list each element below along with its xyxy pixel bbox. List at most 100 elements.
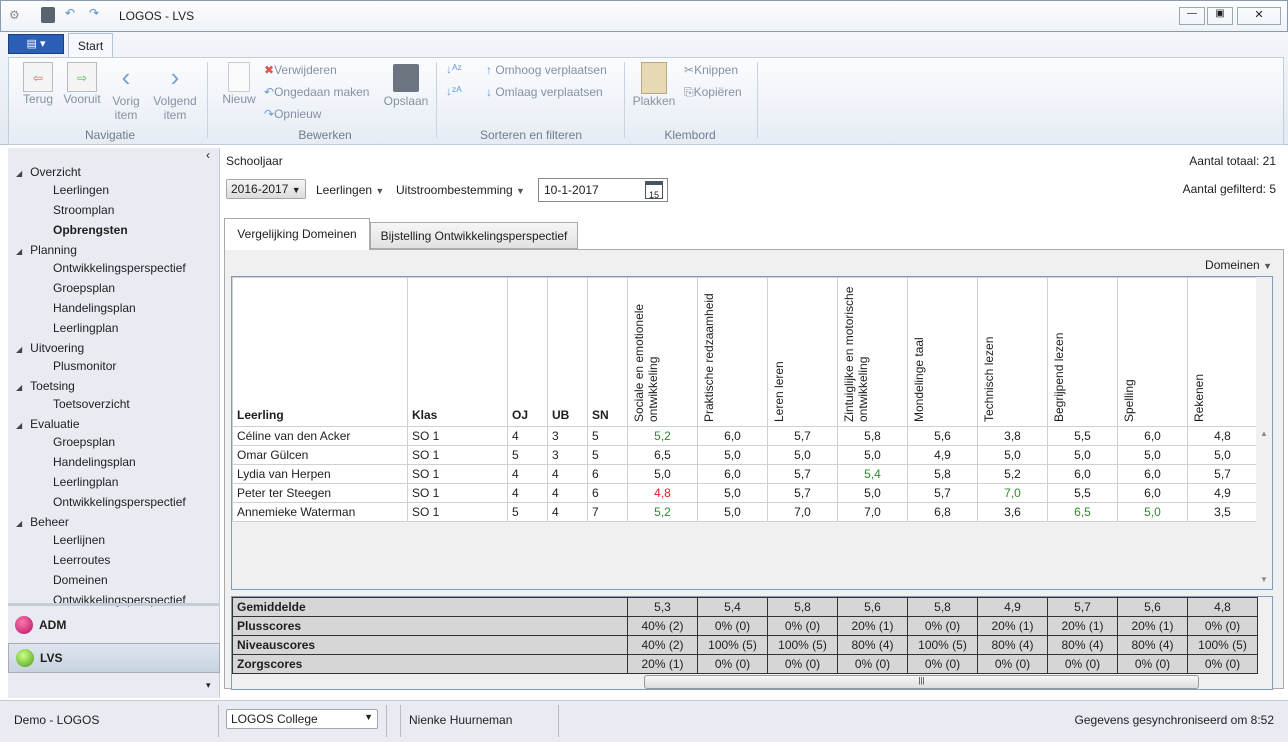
- table-cell: 5,0: [1047, 445, 1118, 465]
- expanded-triangle-icon[interactable]: ◢: [16, 519, 22, 528]
- column-header[interactable]: OJ: [507, 277, 548, 427]
- school-select[interactable]: LOGOS College ▼: [226, 709, 378, 729]
- sidebar-item[interactable]: Plusmonitor: [53, 359, 116, 373]
- leerlingen-dropdown[interactable]: Leerlingen ▼: [316, 183, 384, 197]
- sidebar-item[interactable]: Stroomplan: [53, 203, 114, 217]
- summary-cell: 5,7: [1047, 597, 1118, 617]
- summary-row: Plusscores 40% (2) 0% (0) 0% (0) 20% (1) 0% (…: [232, 616, 1258, 636]
- sidebar-group[interactable]: ◢ Evaluatie: [16, 417, 80, 431]
- column-header[interactable]: Leren leren: [767, 277, 838, 427]
- sidebar-group[interactable]: ◢ Uitvoering: [16, 341, 84, 355]
- group-klembord: Klembord: [664, 128, 716, 142]
- tab-start[interactable]: Start: [68, 33, 113, 57]
- expanded-triangle-icon[interactable]: ◢: [16, 383, 22, 392]
- domeinen-dropdown[interactable]: Domeinen ▼: [1205, 258, 1272, 272]
- column-header[interactable]: Zintuiglijke en motorische ontwikkeling: [837, 277, 908, 427]
- move-down-button[interactable]: ↓ Omlaag verplaatsen: [486, 85, 603, 99]
- sidebar-item[interactable]: Leerroutes: [53, 553, 110, 567]
- close-button[interactable]: ✕: [1237, 7, 1281, 25]
- collapse-sidebar-icon[interactable]: ‹: [206, 148, 210, 162]
- sidebar-item[interactable]: Leerlijnen: [53, 533, 105, 547]
- column-header[interactable]: Rekenen: [1187, 277, 1258, 427]
- table-row[interactable]: Peter ter Steegen SO 1 4 4 6 4,8 5,0 5,7 5,0 5,7 7…: [232, 483, 1258, 503]
- sidebar-group[interactable]: ◢ Planning: [16, 243, 77, 257]
- table-cell: 5,7: [907, 483, 978, 503]
- table-cell: 5,6: [907, 426, 978, 446]
- table-row[interactable]: Annemieke Waterman SO 1 5 4 7 5,2 5,0 7,0 7,0 6,8…: [232, 502, 1258, 522]
- expanded-triangle-icon[interactable]: ◢: [16, 345, 22, 354]
- column-header[interactable]: Mondelinge taal: [907, 277, 978, 427]
- summary-cell: 100% (5): [907, 635, 978, 655]
- delete-button[interactable]: ✖Verwijderen: [264, 63, 337, 77]
- vertical-scrollbar[interactable]: ▲ ▼: [1256, 277, 1272, 589]
- save-quick-icon[interactable]: [41, 7, 55, 23]
- date-field[interactable]: 10-1-2017 15: [538, 178, 668, 202]
- sidebar-item[interactable]: Leerlingplan: [53, 321, 118, 335]
- redo-quick-icon[interactable]: ↷: [89, 6, 99, 20]
- year-select[interactable]: 2016-2017 ▼: [226, 179, 306, 199]
- column-header[interactable]: Technisch lezen: [977, 277, 1048, 427]
- user-name: Nienke Huurneman: [409, 713, 513, 727]
- module-adm[interactable]: ADM: [8, 610, 220, 640]
- expanded-triangle-icon[interactable]: ◢: [16, 247, 22, 256]
- sidebar-group[interactable]: ◢ Overzicht: [16, 165, 81, 179]
- move-up-button[interactable]: ↑ Omhoog verplaatsen: [486, 63, 607, 77]
- sidebar-item[interactable]: Leerlingplan: [53, 475, 118, 489]
- sidebar-item[interactable]: Handelingsplan: [53, 301, 136, 315]
- expanded-triangle-icon[interactable]: ◢: [16, 421, 22, 430]
- table-row[interactable]: Lydia van Herpen SO 1 4 4 6 5,0 6,0 5,7 5,4 5,8 5,…: [232, 464, 1258, 484]
- application-menu-button[interactable]: ▤ ▾: [8, 34, 64, 54]
- prev-item-button[interactable]: ‹ Vorig item: [108, 62, 144, 122]
- sidebar-expand-icon[interactable]: ▾: [206, 680, 211, 691]
- column-header[interactable]: Klas: [407, 277, 508, 427]
- sidebar-item[interactable]: Ontwikkelingsperspectief: [53, 495, 186, 509]
- redo-button[interactable]: ↷Opnieuw: [264, 107, 321, 121]
- module-label: ADM: [39, 618, 67, 632]
- paste-button[interactable]: Plakken: [632, 62, 676, 108]
- next-item-button[interactable]: › Volgend item: [150, 62, 200, 122]
- minimize-button[interactable]: —: [1179, 7, 1205, 25]
- column-header[interactable]: Praktische redzaamheid: [697, 277, 768, 427]
- module-lvs[interactable]: LVS: [8, 643, 220, 673]
- new-button[interactable]: Nieuw: [220, 62, 258, 106]
- sort-za-button[interactable]: ↓ᶻᴬ: [446, 84, 462, 98]
- calendar-icon[interactable]: 15: [645, 181, 663, 200]
- column-header[interactable]: SN: [587, 277, 628, 427]
- column-header[interactable]: Sociale en emotionele ontwikkeling: [627, 277, 698, 427]
- app-icon: ⚙: [9, 8, 20, 22]
- column-header[interactable]: Leerling: [232, 277, 408, 427]
- cut-button[interactable]: ✂Knippen: [684, 63, 738, 77]
- horizontal-scrollbar[interactable]: |||: [644, 675, 1199, 689]
- summary-cell: 0% (0): [977, 654, 1048, 674]
- save-button[interactable]: Opslaan: [382, 64, 430, 108]
- table-cell: 7,0: [977, 483, 1048, 503]
- column-header[interactable]: Begrijpend lezen: [1047, 277, 1118, 427]
- uitstroom-dropdown[interactable]: Uitstroombestemming ▼: [396, 183, 525, 197]
- sidebar-item[interactable]: Leerlingen: [53, 183, 109, 197]
- tab-bijstelling[interactable]: Bijstelling Ontwikkelingsperspectief: [370, 222, 578, 249]
- expanded-triangle-icon[interactable]: ◢: [16, 169, 22, 178]
- sidebar-item[interactable]: Domeinen: [53, 573, 108, 587]
- sidebar-group[interactable]: ◢ Toetsing: [16, 379, 75, 393]
- maximize-button[interactable]: ▣: [1207, 7, 1233, 25]
- forward-button[interactable]: ⇨ Vooruit: [60, 62, 104, 106]
- sidebar-item[interactable]: Groepsplan: [53, 281, 115, 295]
- sidebar-item[interactable]: Ontwikkelingsperspectief: [53, 261, 186, 275]
- tab-vergelijking-domeinen[interactable]: Vergelijking Domeinen: [224, 218, 370, 250]
- undo-button[interactable]: ↶Ongedaan maken: [264, 85, 369, 99]
- sidebar-item[interactable]: Groepsplan: [53, 435, 115, 449]
- column-header[interactable]: Spelling: [1117, 277, 1188, 427]
- sidebar-item[interactable]: Toetsoverzicht: [53, 397, 130, 411]
- sort-az-button[interactable]: ↓ᴬᶻ: [446, 62, 462, 76]
- table-cell: 5: [587, 445, 628, 465]
- sidebar-item[interactable]: Opbrengsten: [53, 223, 128, 237]
- sidebar-item[interactable]: Handelingsplan: [53, 455, 136, 469]
- table-row[interactable]: Omar Gülcen SO 1 5 3 5 6,5 5,0 5,0 5,0 4,9 5,0 5,0 5…: [232, 445, 1258, 465]
- undo-quick-icon[interactable]: ↶: [65, 6, 75, 20]
- column-header[interactable]: UB: [547, 277, 588, 427]
- sidebar-group[interactable]: ◢ Beheer: [16, 515, 69, 529]
- table-row[interactable]: Céline van den Acker SO 1 4 3 5 5,2 6,0 5,7 5,8 5…: [232, 426, 1258, 446]
- back-button[interactable]: ⇦ Terug: [18, 62, 58, 106]
- summary-cell: 40% (2): [627, 616, 698, 636]
- copy-button[interactable]: ⎘Kopiëren: [684, 85, 742, 100]
